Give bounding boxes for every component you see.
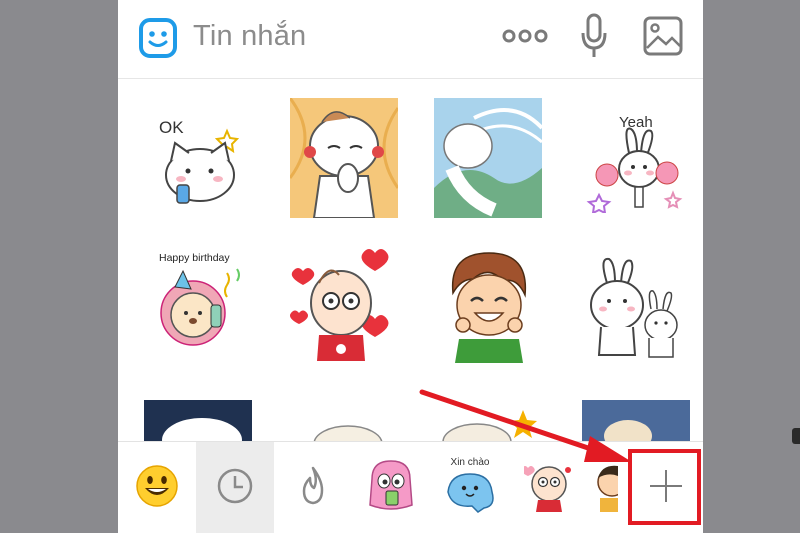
device-frame-left	[0, 0, 118, 533]
boy-sticker-icon	[588, 458, 627, 519]
image-button[interactable]	[640, 14, 686, 62]
tray-pack-xinchao[interactable]: Xin chào	[430, 442, 510, 533]
microphone-icon	[581, 13, 607, 64]
more-button[interactable]	[500, 14, 550, 62]
sticker-boy-shy[interactable]	[284, 98, 404, 218]
sticker-boy-smile[interactable]	[428, 243, 548, 363]
sticker-comic[interactable]	[576, 400, 696, 444]
sticker-grid: OK Yeah Happy birthday	[118, 88, 703, 444]
xin-chao-caption: Xin chào	[450, 457, 490, 468]
sticker-rabbit-yeah[interactable]: Yeah	[572, 98, 692, 218]
more-dots-icon	[502, 29, 548, 48]
sticker-cat-star[interactable]	[428, 406, 548, 444]
tray-trending[interactable]	[274, 442, 352, 533]
image-icon	[642, 15, 684, 62]
blue-bird-sticker-icon	[442, 470, 498, 519]
sticker-lion-birthday[interactable]: Happy birthday	[140, 243, 260, 363]
svg-text:Happy birthday: Happy birthday	[159, 252, 230, 264]
sticker-panel: Tin nhắn OK Yeah Happy birthday Xin chào	[118, 0, 703, 533]
tray-emoji[interactable]	[118, 442, 196, 533]
sticker-baby-hearts[interactable]	[284, 243, 404, 363]
svg-text:OK: OK	[159, 118, 184, 137]
sticker-dark-cat[interactable]	[138, 400, 258, 444]
sticker-rabbits-pair[interactable]	[572, 243, 692, 363]
tray-pack-boy[interactable]	[588, 442, 628, 533]
tray-pack-pink[interactable]	[352, 442, 430, 533]
page-title: Tin nhắn	[193, 20, 307, 52]
annotation-highlight-box	[628, 449, 701, 525]
sticker-tray: Xin chào	[118, 441, 703, 533]
clock-icon	[216, 467, 254, 510]
sticker-boy-wind[interactable]	[428, 98, 548, 218]
svg-text:Yeah: Yeah	[619, 114, 653, 131]
baby-sticker-icon	[521, 458, 574, 519]
tray-recent[interactable]	[196, 442, 274, 533]
pink-monster-sticker-icon	[366, 457, 416, 520]
flame-icon	[298, 466, 328, 511]
smiley-emoji-icon	[135, 464, 179, 513]
top-bar: Tin nhắn	[118, 0, 703, 79]
microphone-button[interactable]	[576, 13, 612, 64]
tray-pack-baby[interactable]	[510, 442, 588, 533]
device-edge-button	[792, 428, 800, 444]
sticker-cat-ok[interactable]: OK	[140, 98, 260, 218]
device-frame-right	[703, 0, 800, 533]
app-logo-icon	[138, 17, 178, 64]
